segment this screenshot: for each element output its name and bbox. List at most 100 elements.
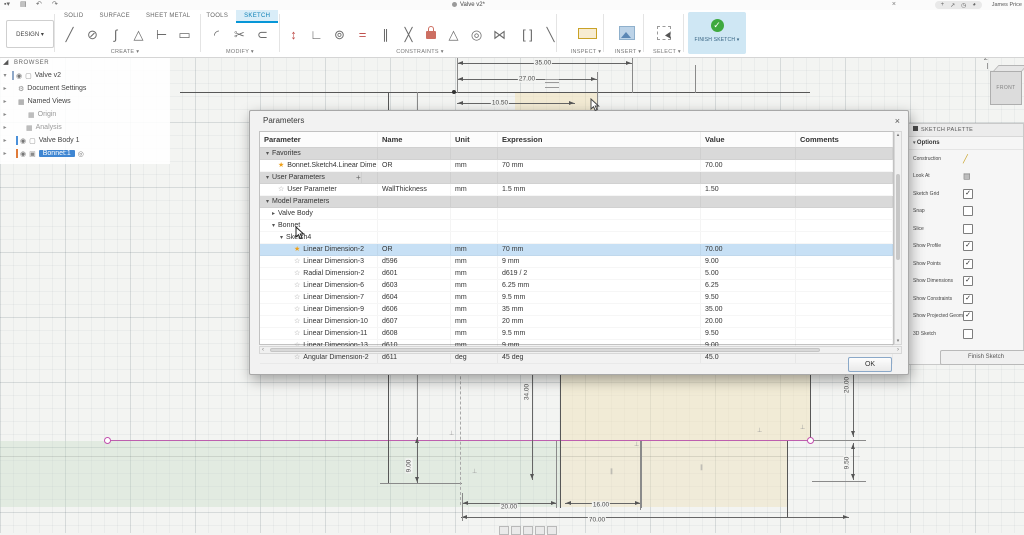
palette-options-section[interactable]: ▾ Options [909, 137, 1023, 150]
value-cell[interactable]: 20.00 [701, 316, 796, 327]
parameter-row[interactable]: ☆Linear Dimension-7d604mm9.5 mm9.50 [260, 292, 893, 304]
dimension-label[interactable]: 35.00 [534, 60, 552, 67]
expression-cell[interactable]: 9.5 mm [498, 328, 701, 339]
checkbox-show-projected-geometries[interactable]: ✓ [963, 311, 973, 321]
history-icon[interactable]: ◷ [961, 2, 966, 9]
offset-icon[interactable]: ⊂ [251, 23, 274, 47]
group-label-constraints[interactable]: CONSTRAINTS ▾ [340, 48, 500, 56]
checkbox-show-points[interactable]: ✓ [963, 259, 973, 269]
chevron-down-icon[interactable]: ▾ [272, 223, 275, 229]
document-tab[interactable]: Valve v2* [452, 0, 485, 10]
expression-cell[interactable] [498, 220, 701, 231]
finish-sketch-button[interactable]: ✓ FINISH SKETCH ▾ [688, 12, 746, 54]
column-header-expression[interactable]: Expression [498, 132, 701, 147]
favorite-star-icon[interactable]: ☆ [294, 330, 300, 337]
browser-item-analysis[interactable]: ▸▦Analysis [0, 121, 170, 134]
save-icon[interactable]: ▤ [20, 0, 27, 10]
column-header-value[interactable]: Value [701, 132, 796, 147]
checkbox-snap[interactable] [963, 206, 973, 216]
user-name[interactable]: James Price [992, 0, 1022, 10]
fillet-icon[interactable]: ◜ [205, 23, 228, 47]
chevron-right-icon[interactable]: ▸ [272, 211, 275, 217]
activate-component-icon[interactable]: ◎ [78, 150, 84, 158]
value-cell[interactable]: 6.25 [701, 280, 796, 291]
expander-icon[interactable]: ▸ [0, 150, 10, 157]
construction-endpoint[interactable] [104, 437, 111, 444]
notifications-icon[interactable]: ◕ [972, 2, 976, 8]
horizontal-vertical-icon[interactable]: ∟ [305, 23, 328, 47]
browser-item-named-views[interactable]: ▸▦Named Views [0, 95, 170, 108]
tab-sketch[interactable]: SKETCH [236, 10, 278, 23]
ok-button[interactable]: OK [848, 357, 892, 372]
parameter-group-row[interactable]: ▾Sketch4 [260, 232, 893, 244]
favorite-star-icon[interactable]: ☆ [294, 258, 300, 265]
scroll-up-icon[interactable]: ▴ [895, 132, 901, 138]
parameter-row[interactable]: ☆User ParameterWallThicknessmm1.5 mm1.50 [260, 184, 893, 196]
value-cell[interactable]: 9.00 [701, 256, 796, 267]
construction-icon[interactable]: ╱ [963, 154, 968, 163]
browser-item-bonnet-1[interactable]: ▸◉▣Bonnet:1◎ [0, 147, 170, 160]
checkbox-3d-sketch[interactable] [963, 329, 973, 339]
group-label-modify[interactable]: MODIFY ▾ [203, 48, 277, 56]
symmetry-icon[interactable]: ⋈ [488, 23, 511, 47]
tab-solid[interactable]: SOLID [56, 10, 92, 23]
perpendicular-icon[interactable]: ╳ [397, 23, 420, 47]
favorite-star-icon[interactable]: ☆ [294, 294, 300, 301]
viewcube-front-face[interactable]: FRONT [990, 71, 1022, 105]
dialog-close-icon[interactable]: × [895, 115, 900, 127]
polygon-icon[interactable]: △ [127, 23, 150, 47]
parameter-row[interactable]: ☆Linear Dimension-10d607mm20 mm20.00 [260, 316, 893, 328]
value-cell[interactable] [701, 196, 796, 207]
expression-cell[interactable] [498, 232, 701, 243]
dimension-grip-icon[interactable] [545, 79, 559, 88]
close-tab-icon[interactable]: × [892, 0, 896, 10]
equal-icon[interactable]: = [351, 23, 374, 47]
parameter-section-row[interactable]: ▾User Parameters+ [260, 172, 893, 184]
viewcube[interactable]: Z FRONT [982, 56, 1024, 108]
triangle-icon[interactable]: △ [442, 23, 465, 47]
expression-cell[interactable] [498, 148, 701, 159]
navbar-icon[interactable] [547, 526, 557, 535]
dimension-label[interactable]: 10.50 [491, 100, 509, 107]
share-icon[interactable]: ↗ [950, 2, 955, 9]
parameter-group-row[interactable]: ▸Valve Body [260, 208, 893, 220]
expander-icon[interactable]: ▸ [0, 124, 10, 131]
mirror-icon[interactable]: ╲ [539, 23, 562, 47]
group-label-create[interactable]: CREATE ▾ [60, 48, 190, 56]
parameter-row[interactable]: ☆Linear Dimension-6d603mm6.25 mm6.25 [260, 280, 893, 292]
column-header-parameter[interactable]: Parameter [260, 132, 378, 147]
value-cell[interactable] [701, 232, 796, 243]
value-cell[interactable] [701, 148, 796, 159]
dimension-label[interactable]: 16.00 [592, 502, 610, 509]
favorite-star-icon[interactable]: ☆ [294, 318, 300, 325]
dimension-label[interactable]: 9.00 [406, 459, 413, 474]
value-cell[interactable]: 1.50 [701, 184, 796, 195]
app-menu-icon[interactable]: ▪▾ [4, 0, 10, 10]
parameter-row[interactable]: ☆Linear Dimension-11d608mm9.5 mm9.50 [260, 328, 893, 340]
parameter-row[interactable]: ☆Linear Dimension-3d596mm9 mm9.00 [260, 256, 893, 268]
add-icon[interactable]: + [941, 2, 945, 8]
dimension-label[interactable]: 27.00 [518, 76, 536, 83]
checkbox-slice[interactable] [963, 224, 973, 234]
expression-cell[interactable]: 1.5 mm [498, 184, 701, 195]
concentric-icon[interactable]: ◎ [465, 23, 488, 47]
value-cell[interactable]: 70.00 [701, 160, 796, 171]
parameter-section-row[interactable]: ▾Model Parameters [260, 196, 893, 208]
favorite-star-icon[interactable]: ☆ [294, 270, 300, 277]
expression-cell[interactable]: d619 / 2 [498, 268, 701, 279]
navbar-icon[interactable] [499, 526, 509, 535]
expression-cell[interactable]: 70 mm [498, 244, 701, 255]
favorite-star-icon[interactable]: ★ [278, 162, 284, 169]
favorite-star-icon[interactable]: ☆ [294, 306, 300, 313]
design-workspace-dropdown[interactable]: DESIGN ▾ [6, 20, 54, 48]
add-user-parameter-icon[interactable]: + [352, 172, 362, 183]
parameter-group-row[interactable]: ▾Bonnet [260, 220, 893, 232]
expander-icon[interactable]: ▸ [0, 85, 10, 92]
value-cell[interactable]: 9.50 [701, 328, 796, 339]
column-header-unit[interactable]: Unit [451, 132, 498, 147]
construction-endpoint[interactable] [807, 437, 814, 444]
select-icon[interactable] [657, 26, 671, 40]
browser-item-valve-v2[interactable]: ▾◉▢Valve v2 [0, 69, 170, 82]
expander-icon[interactable]: ▸ [0, 137, 10, 144]
parameter-row[interactable]: ★Linear Dimension-2ORmm70 mm70.00 [260, 244, 893, 256]
